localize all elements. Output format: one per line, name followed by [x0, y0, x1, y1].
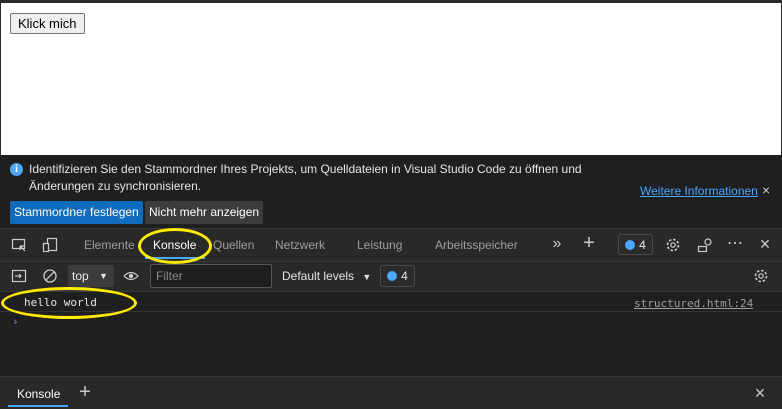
- issues-badge[interactable]: 4: [618, 234, 653, 255]
- device-emulation-icon[interactable]: [41, 236, 59, 254]
- live-expression-eye-icon[interactable]: [122, 267, 140, 285]
- more-options-icon[interactable]: ⋯: [726, 234, 744, 252]
- tab-console[interactable]: Konsole: [153, 238, 196, 252]
- chevron-down-icon: ▼: [362, 272, 372, 282]
- message-icon: [625, 239, 636, 250]
- tab-network[interactable]: Netzwerk: [275, 238, 325, 252]
- console-prompt[interactable]: ›: [12, 315, 19, 328]
- info-bar-close-icon[interactable]: ×: [762, 182, 770, 198]
- console-issues-count: 4: [401, 269, 408, 283]
- drawer-close-icon[interactable]: ×: [751, 383, 769, 403]
- sidebar-toggle-icon[interactable]: [10, 267, 28, 285]
- info-icon: i: [10, 163, 23, 176]
- tab-sources[interactable]: Quellen: [213, 238, 254, 252]
- info-bar-text: Identifizieren Sie den Stammordner Ihres…: [29, 162, 582, 193]
- drawer-toolbar: [0, 376, 782, 409]
- message-icon: [387, 271, 398, 281]
- chevron-down-icon: ▼: [99, 271, 108, 281]
- tab-performance[interactable]: Leistung: [357, 238, 402, 252]
- tab-memory[interactable]: Arbeitsspeicher: [435, 238, 518, 252]
- close-devtools-icon[interactable]: ×: [756, 234, 774, 254]
- log-levels-select[interactable]: Default levels ▼: [282, 269, 371, 283]
- connected-devices-icon[interactable]: [696, 236, 714, 254]
- set-root-folder-button[interactable]: Stammordner festlegen: [10, 201, 143, 224]
- more-info-link[interactable]: Weitere Informationen: [640, 184, 758, 198]
- active-tab-indicator: [145, 257, 205, 259]
- context-select[interactable]: top ▼: [68, 265, 114, 287]
- settings-gear-icon[interactable]: [664, 236, 682, 254]
- page-viewport: Klick mich: [0, 0, 782, 155]
- more-tabs-icon[interactable]: »: [548, 235, 566, 253]
- console-message-text: hello world: [24, 296, 97, 309]
- dont-show-again-button[interactable]: Nicht mehr anzeigen: [145, 201, 264, 224]
- clear-console-icon[interactable]: [41, 267, 59, 285]
- levels-value: Default levels: [282, 269, 355, 283]
- console-issues-badge[interactable]: 4: [380, 265, 415, 287]
- klick-mich-button[interactable]: Klick mich: [10, 13, 85, 34]
- drawer-active-tab-indicator: [8, 405, 68, 407]
- console-settings-gear-icon[interactable]: [752, 267, 770, 285]
- add-tab-icon[interactable]: +: [580, 232, 598, 254]
- context-value: top: [72, 269, 89, 283]
- inspect-element-icon[interactable]: [10, 236, 28, 254]
- filter-input[interactable]: [150, 264, 272, 288]
- issues-count: 4: [639, 237, 646, 252]
- drawer-tab-console[interactable]: Konsole: [17, 387, 60, 401]
- console-message-source-link[interactable]: structured.html:24: [634, 297, 753, 310]
- tab-elements[interactable]: Elemente: [84, 238, 135, 252]
- drawer-add-tab-icon[interactable]: +: [76, 381, 94, 403]
